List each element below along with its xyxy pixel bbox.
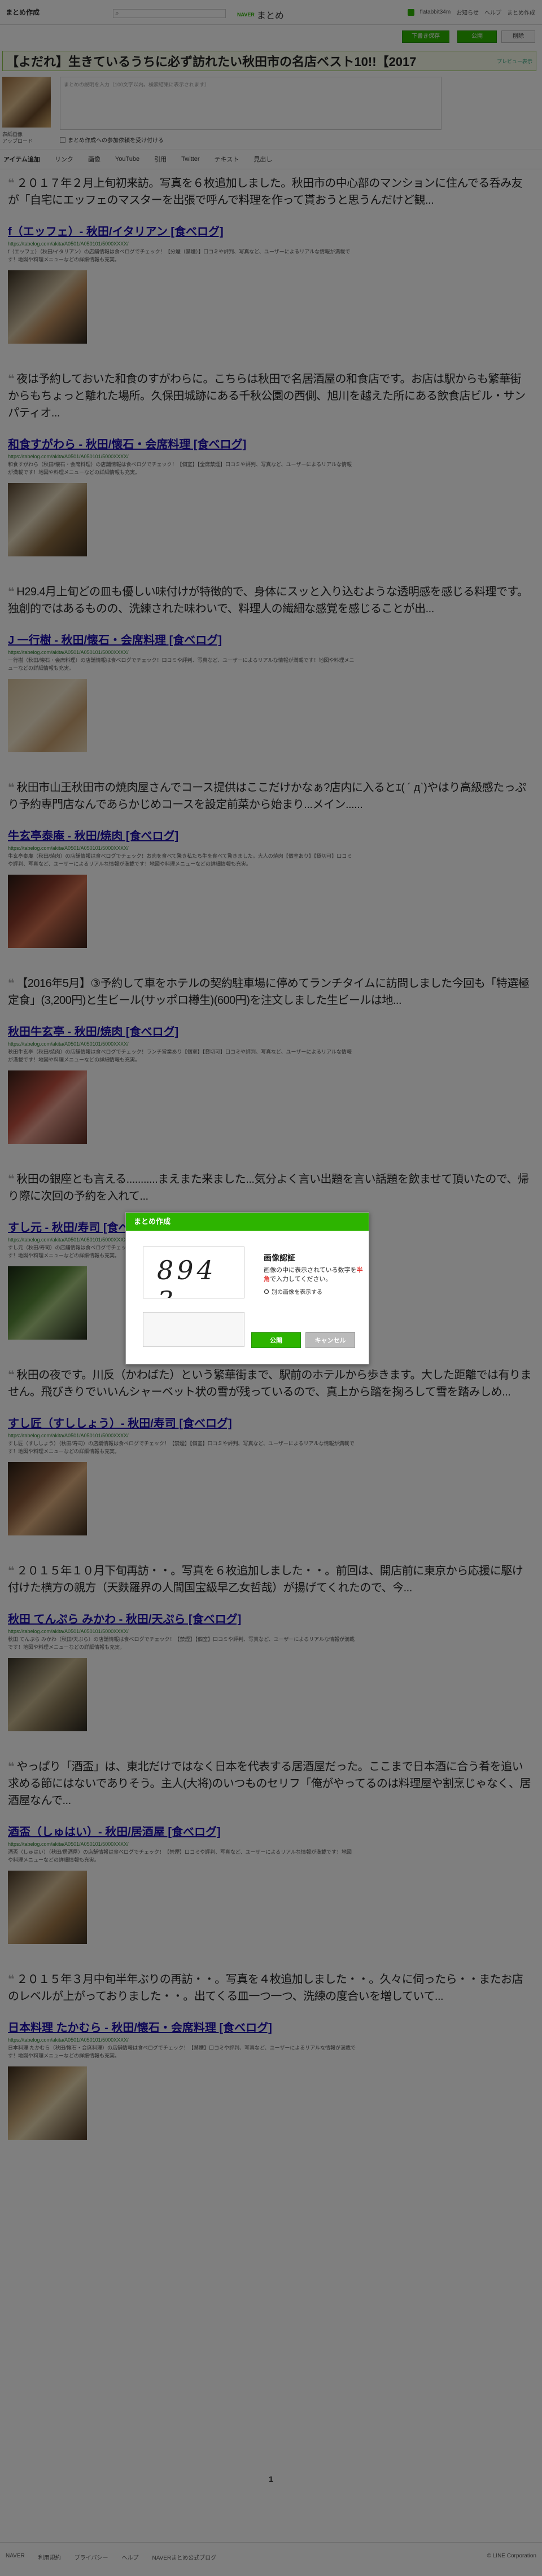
captcha-dialog: まとめ作成 894 3 画像認証 画像の中に表示されている数字を半角で入力してく… xyxy=(125,1212,369,1364)
dialog-cancel-button[interactable]: キャンセル xyxy=(305,1332,355,1348)
refresh-captcha-link[interactable]: 別の画像を表示する xyxy=(264,1287,322,1296)
refresh-label: 別の画像を表示する xyxy=(272,1289,322,1296)
dialog-header: まとめ作成 xyxy=(126,1213,369,1231)
instruction-pre: 画像の中に表示されている数字を xyxy=(264,1267,357,1274)
dialog-instruction: 画像の中に表示されている数字を半角で入力してください。 xyxy=(264,1266,364,1284)
instruction-post: で入力してください。 xyxy=(270,1276,332,1283)
captcha-text: 894 3 xyxy=(157,1255,217,1298)
captcha-image: 894 3 xyxy=(143,1247,244,1298)
dialog-title: 画像認証 xyxy=(264,1253,295,1262)
refresh-icon xyxy=(264,1289,269,1294)
captcha-answer-input[interactable] xyxy=(143,1312,244,1347)
dialog-submit-button[interactable]: 公開 xyxy=(251,1332,301,1348)
